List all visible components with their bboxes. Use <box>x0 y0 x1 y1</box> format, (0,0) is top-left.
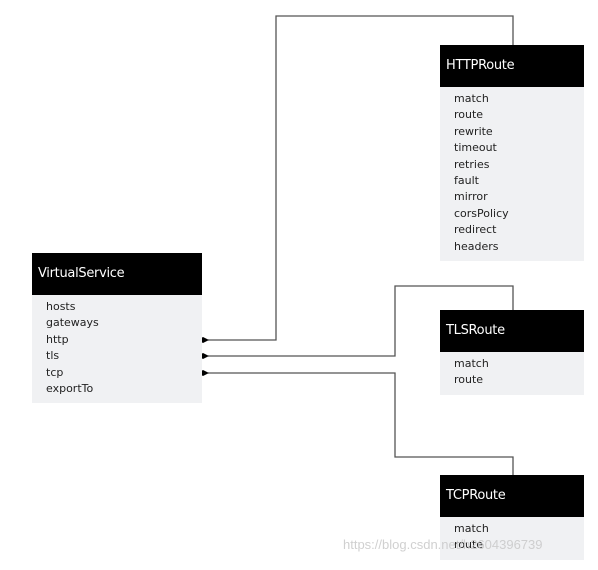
field: tcp <box>46 365 64 379</box>
field: hosts <box>46 300 76 313</box>
tls-route-class: TLSRoute match route <box>440 310 584 395</box>
class-fields: match route <box>440 352 584 395</box>
field: route <box>454 373 484 387</box>
field: gateways <box>46 316 99 330</box>
field: match <box>454 92 489 105</box>
class-fields: hosts gateways http tls tcp exportTo <box>32 295 202 404</box>
virtual-service-class: VirtualService hosts gateways http tls t… <box>32 253 202 404</box>
class-fields: match route rewrite timeout retries faul… <box>440 87 584 261</box>
field: rewrite <box>454 124 493 138</box>
field: route <box>454 108 484 122</box>
class-title: VirtualService <box>32 253 202 295</box>
class-title: TCPRoute <box>440 475 584 517</box>
field: mirror <box>454 190 488 204</box>
field: http <box>46 332 69 346</box>
watermark: https://blog.csdn.net/h2604396739 <box>343 537 543 552</box>
field: headers <box>454 239 499 253</box>
field: exportTo <box>46 381 94 395</box>
class-title: HTTPRoute <box>440 45 584 87</box>
field: fault <box>454 173 479 187</box>
field: redirect <box>454 223 497 237</box>
field: match <box>454 522 489 535</box>
field: retries <box>454 157 490 171</box>
field: tls <box>46 349 60 363</box>
field: corsPolicy <box>454 206 509 220</box>
http-route-class: HTTPRoute match route rewrite timeout re… <box>440 45 584 261</box>
class-title: TLSRoute <box>440 310 584 352</box>
field: timeout <box>454 141 497 155</box>
field: match <box>454 357 489 370</box>
